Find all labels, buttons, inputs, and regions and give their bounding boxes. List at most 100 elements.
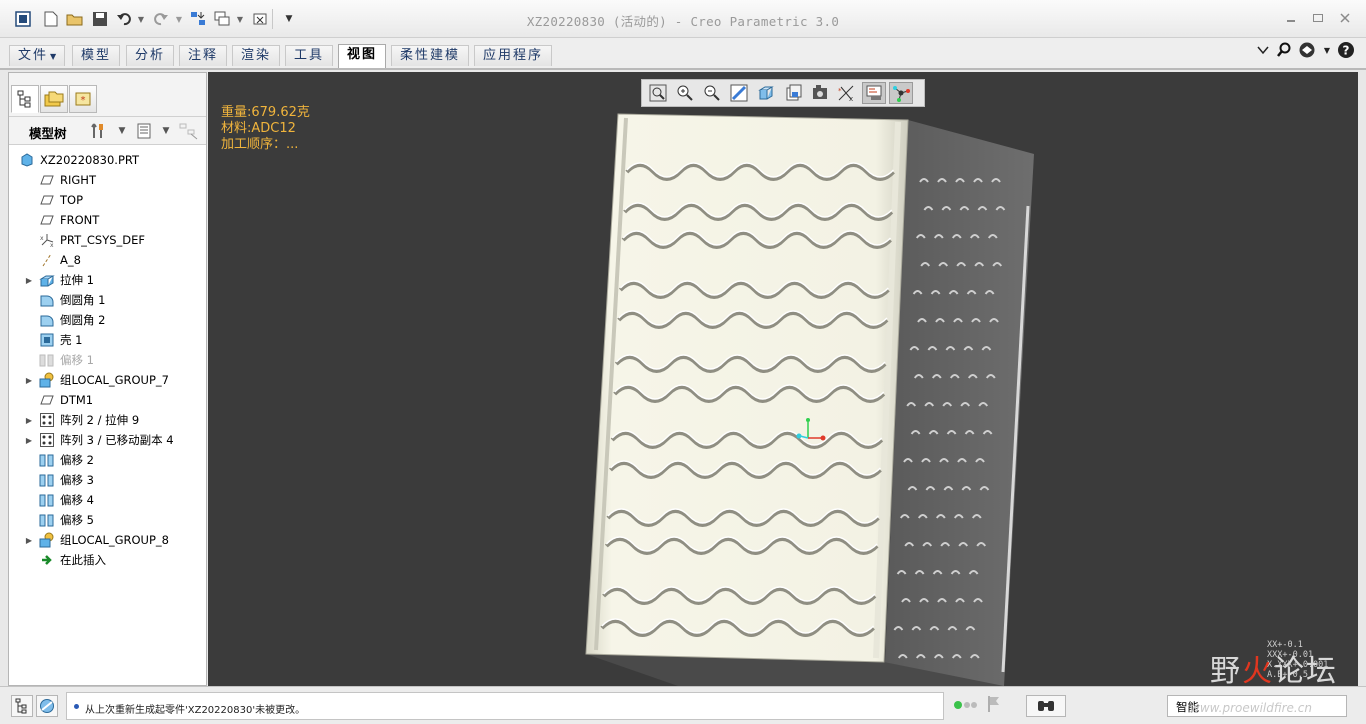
annotation-display-icon[interactable] [862, 82, 886, 104]
model-tree-tab[interactable] [11, 85, 39, 113]
zoom-out-icon[interactable] [700, 82, 724, 104]
maximize-icon[interactable] [1310, 10, 1326, 26]
tree-node-top[interactable]: TOP [39, 191, 83, 209]
tree-node-round-1[interactable]: 倒圆角 1 [39, 291, 105, 309]
title-bar: ▼ ▼ ▼ ▼ XZ20220830 (活动的) - Creo Parametr… [0, 0, 1366, 38]
expand-arrow-icon[interactable]: ▶ [24, 436, 34, 445]
search-icon[interactable] [1275, 41, 1293, 59]
datum-plane-icon [39, 192, 55, 208]
window-title: XZ20220830 (活动的) - Creo Parametric 3.0 [526, 14, 840, 29]
view-manager-icon[interactable] [808, 82, 832, 104]
datum-display-icon[interactable]: * x [835, 82, 859, 104]
status-message: 从上次重新生成起零件'XZ20220830'未被更改。 [85, 705, 306, 716]
expand-arrow-icon[interactable]: ▶ [24, 376, 34, 385]
part-icon [19, 152, 35, 168]
saved-orientations-icon[interactable] [781, 82, 805, 104]
folder-browser-tab[interactable] [40, 85, 68, 113]
round-icon [39, 312, 55, 328]
model-tree-label: 模型树 [29, 126, 67, 141]
material-line: 材料:ADC12 [221, 121, 296, 136]
pattern-icon [39, 412, 55, 428]
expand-arrow-icon[interactable]: ▶ [24, 536, 34, 545]
creo-window: ▼ ▼ ▼ ▼ XZ20220830 (活动的) - Creo Parametr… [0, 0, 1366, 724]
tree-node-offset-3[interactable]: 偏移 3 [39, 471, 94, 489]
show-browser-icon[interactable] [36, 695, 58, 717]
offset-icon [39, 452, 55, 468]
tree-node-right[interactable]: RIGHT [39, 171, 96, 189]
display-style-icon[interactable] [754, 82, 778, 104]
tab-render[interactable]: 渲染 [232, 45, 281, 66]
flag-icon[interactable] [987, 695, 1001, 716]
tree-node-group-7[interactable]: ▶ 组LOCAL_GROUP_7 [24, 371, 169, 389]
tab-analysis[interactable]: 分析 [126, 45, 175, 66]
svg-text:x: x [40, 235, 44, 242]
tree-node-dtm1[interactable]: DTM1 [39, 391, 93, 409]
tab-view[interactable]: 视图 [338, 44, 387, 68]
status-bar: 从上次重新生成起零件'XZ20220830'未被更改。 智能 www.proew… [0, 686, 1366, 724]
tree-node-extrude-1[interactable]: ▶ 拉伸 1 [24, 271, 94, 289]
zoom-in-icon[interactable] [673, 82, 697, 104]
tree-node-offset-2[interactable]: 偏移 2 [39, 451, 94, 469]
spin-center-icon[interactable] [889, 82, 913, 104]
tree-node-group-8[interactable]: ▶ 组LOCAL_GROUP_8 [24, 531, 169, 549]
tree-node-pattern-3[interactable]: ▶ 阵列 3 / 已移动副本 4 [24, 431, 174, 449]
refit-icon[interactable] [646, 82, 670, 104]
insert-here-icon [39, 552, 55, 568]
group-icon [39, 532, 55, 548]
tab-tools[interactable]: 工具 [285, 45, 334, 66]
minimize-ribbon-icon[interactable] [1254, 41, 1272, 59]
favorites-tab[interactable]: * [69, 85, 97, 113]
extrude-icon [39, 272, 55, 288]
tab-flexible-modeling[interactable]: 柔性建模 [391, 45, 470, 66]
datum-plane-icon [39, 212, 55, 228]
file-dropdown-icon: ▼ [50, 52, 57, 61]
expand-arrow-icon[interactable]: ▶ [24, 276, 34, 285]
offset-icon [39, 472, 55, 488]
tree-node-offset-4[interactable]: 偏移 4 [39, 491, 94, 509]
process-line: 加工顺序：... [221, 137, 299, 152]
help-icon[interactable]: ? [1337, 41, 1355, 59]
close-icon[interactable] [1337, 10, 1353, 26]
community-icon[interactable] [1298, 41, 1316, 59]
datum-plane-icon [39, 392, 55, 408]
tree-node-axis[interactable]: A_8 [39, 251, 81, 269]
minimize-icon[interactable] [1283, 10, 1299, 26]
tab-annotate[interactable]: 注释 [179, 45, 228, 66]
tree-node-insert-here[interactable]: 在此插入 [39, 551, 106, 569]
tree-node-round-2[interactable]: 倒圆角 2 [39, 311, 105, 329]
tree-node-part[interactable]: XZ20220830.PRT [19, 151, 139, 169]
group-icon [39, 372, 55, 388]
community-dropdown-icon[interactable]: ▼ [1318, 41, 1336, 59]
offset-icon [39, 352, 55, 368]
watermark-logo-text: 野火论坛 [1210, 654, 1338, 686]
tree-node-pattern-2[interactable]: ▶ 阵列 2 / 拉伸 9 [24, 411, 139, 429]
repaint-icon[interactable] [727, 82, 751, 104]
tab-model[interactable]: 模型 [72, 45, 121, 66]
graphics-window[interactable]: * x 重量:679.62克 材料:ADC12 加工顺序：... XX+-0.1 … [208, 72, 1358, 686]
show-dropdown-icon[interactable]: ▼ [156, 121, 176, 141]
show-navigator-icon[interactable] [11, 695, 33, 717]
tree-node-front[interactable]: FRONT [39, 211, 99, 229]
expand-arrow-icon[interactable]: ▶ [24, 416, 34, 425]
tree-node-shell-1[interactable]: 壳 1 [39, 331, 82, 349]
tree-settings-icon[interactable] [89, 121, 109, 141]
regen-status-dot [964, 702, 970, 708]
find-icon[interactable] [1026, 695, 1066, 717]
tree-filter-icon[interactable] [179, 121, 199, 141]
tab-applications[interactable]: 应用程序 [474, 45, 553, 66]
tab-file[interactable]: 文件 ▼ [9, 45, 66, 66]
tree-node-offset-1[interactable]: 偏移 1 [39, 351, 94, 369]
model-3d-view [585, 113, 1034, 686]
model-info-annotation: 重量:679.62克 材料:ADC12 加工顺序：... [221, 105, 310, 153]
navigator-tabs: * [9, 73, 206, 117]
tree-node-offset-5[interactable]: 偏移 5 [39, 511, 94, 529]
tree-node-csys[interactable]: xx PRT_CSYS_DEF [39, 231, 145, 249]
svg-text:*: * [81, 95, 86, 106]
tree-settings-dropdown-icon[interactable]: ▼ [112, 121, 132, 141]
right-border [1358, 72, 1366, 686]
svg-text:x: x [849, 95, 853, 102]
show-icon[interactable] [134, 121, 154, 141]
watermark-url: www.proewildfire.cn [1190, 701, 1312, 715]
regen-status-icon [954, 701, 962, 709]
ribbon-tab-bar: 文件 ▼ 模型 分析 注释 渲染 工具 视图 柔性建模 应用程序 ▼ ? [0, 38, 1366, 70]
